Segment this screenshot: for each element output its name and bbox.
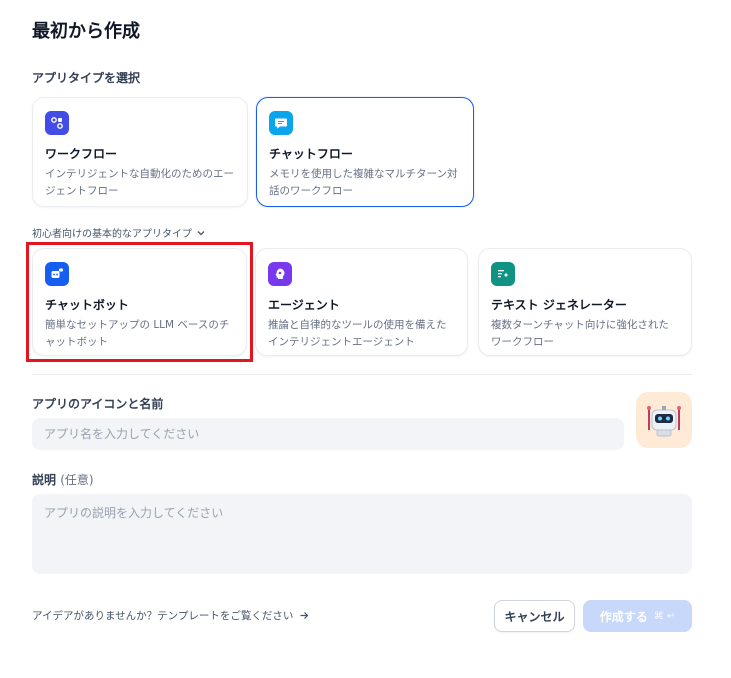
text-generator-icon (491, 262, 515, 286)
app-name-label: アプリのアイコンと名前 (32, 397, 164, 411)
app-name-input[interactable] (32, 418, 624, 450)
app-type-desc: インテリジェントな自動化のためのエージェントフロー (45, 168, 234, 197)
workflow-icon (45, 111, 69, 135)
app-type-name: エージェント (268, 298, 340, 312)
chevron-down-icon (197, 230, 205, 235)
app-type-name: ワークフロー (45, 147, 118, 161)
app-type-desc: 推論と自律的なツールの使用を備えたインテリジェントエージェント (268, 319, 447, 348)
beginner-label: 初心者向けの基本的なアプリタイプ (32, 229, 192, 240)
app-type-desc: 複数ターンチャット向けに強化されたワークフロー (491, 319, 669, 348)
app-icon-avatar[interactable] (636, 392, 692, 448)
divider (32, 374, 692, 375)
optional-hint: (任意) (60, 473, 94, 487)
beginner-toggle[interactable]: 初心者向けの基本的なアプリタイプ (32, 225, 206, 240)
app-type-name: チャットフロー (269, 147, 353, 161)
app-type-label: アプリタイプを選択 (32, 71, 141, 85)
create-button[interactable]: 作成する ⌘ ↵ (583, 600, 692, 632)
create-button-label: 作成する (599, 609, 648, 624)
app-type-card-agent[interactable]: エージェント 推論と自律的なツールの使用を備えたインテリジェントエージェント (255, 248, 468, 356)
chatbot-icon (45, 262, 69, 286)
app-type-card-chatbot[interactable]: チャットボット 簡単なセットアップの LLM ベースのチャットボット (32, 248, 247, 356)
app-type-desc: 簡単なセットアップの LLM ベースのチャットボット (45, 319, 230, 348)
arrow-right-icon (300, 612, 309, 619)
template-link-text: アイデアがありませんか？テンプレートをご覧ください (32, 610, 294, 622)
description-label-text: 説明 (32, 473, 57, 487)
chatflow-icon (269, 111, 293, 135)
app-type-card-text-generator[interactable]: テキスト ジェネレーター 複数ターンチャット向けに強化されたワークフロー (478, 248, 692, 356)
cancel-button[interactable]: キャンセル (494, 600, 575, 632)
create-shortcut-hint: ⌘ ↵ (653, 610, 676, 622)
agent-icon (268, 262, 292, 286)
template-link[interactable]: アイデアがありませんか？テンプレートをご覧ください (32, 608, 310, 623)
description-label: 説明 (任意) (32, 471, 94, 488)
app-type-desc: メモリを使用した複雑なマルチターン対話のワークフロー (269, 168, 458, 197)
description-textarea[interactable] (32, 494, 692, 574)
app-type-card-workflow[interactable]: ワークフロー インテリジェントな自動化のためのエージェントフロー (32, 97, 248, 207)
app-type-card-chatflow[interactable]: チャットフロー メモリを使用した複雑なマルチターン対話のワークフロー (256, 97, 474, 207)
app-type-name: テキスト ジェネレーター (491, 298, 627, 312)
robot-icon (647, 406, 681, 437)
app-type-name: チャットボット (45, 298, 129, 312)
page-title: 最初から作成 (32, 21, 140, 42)
